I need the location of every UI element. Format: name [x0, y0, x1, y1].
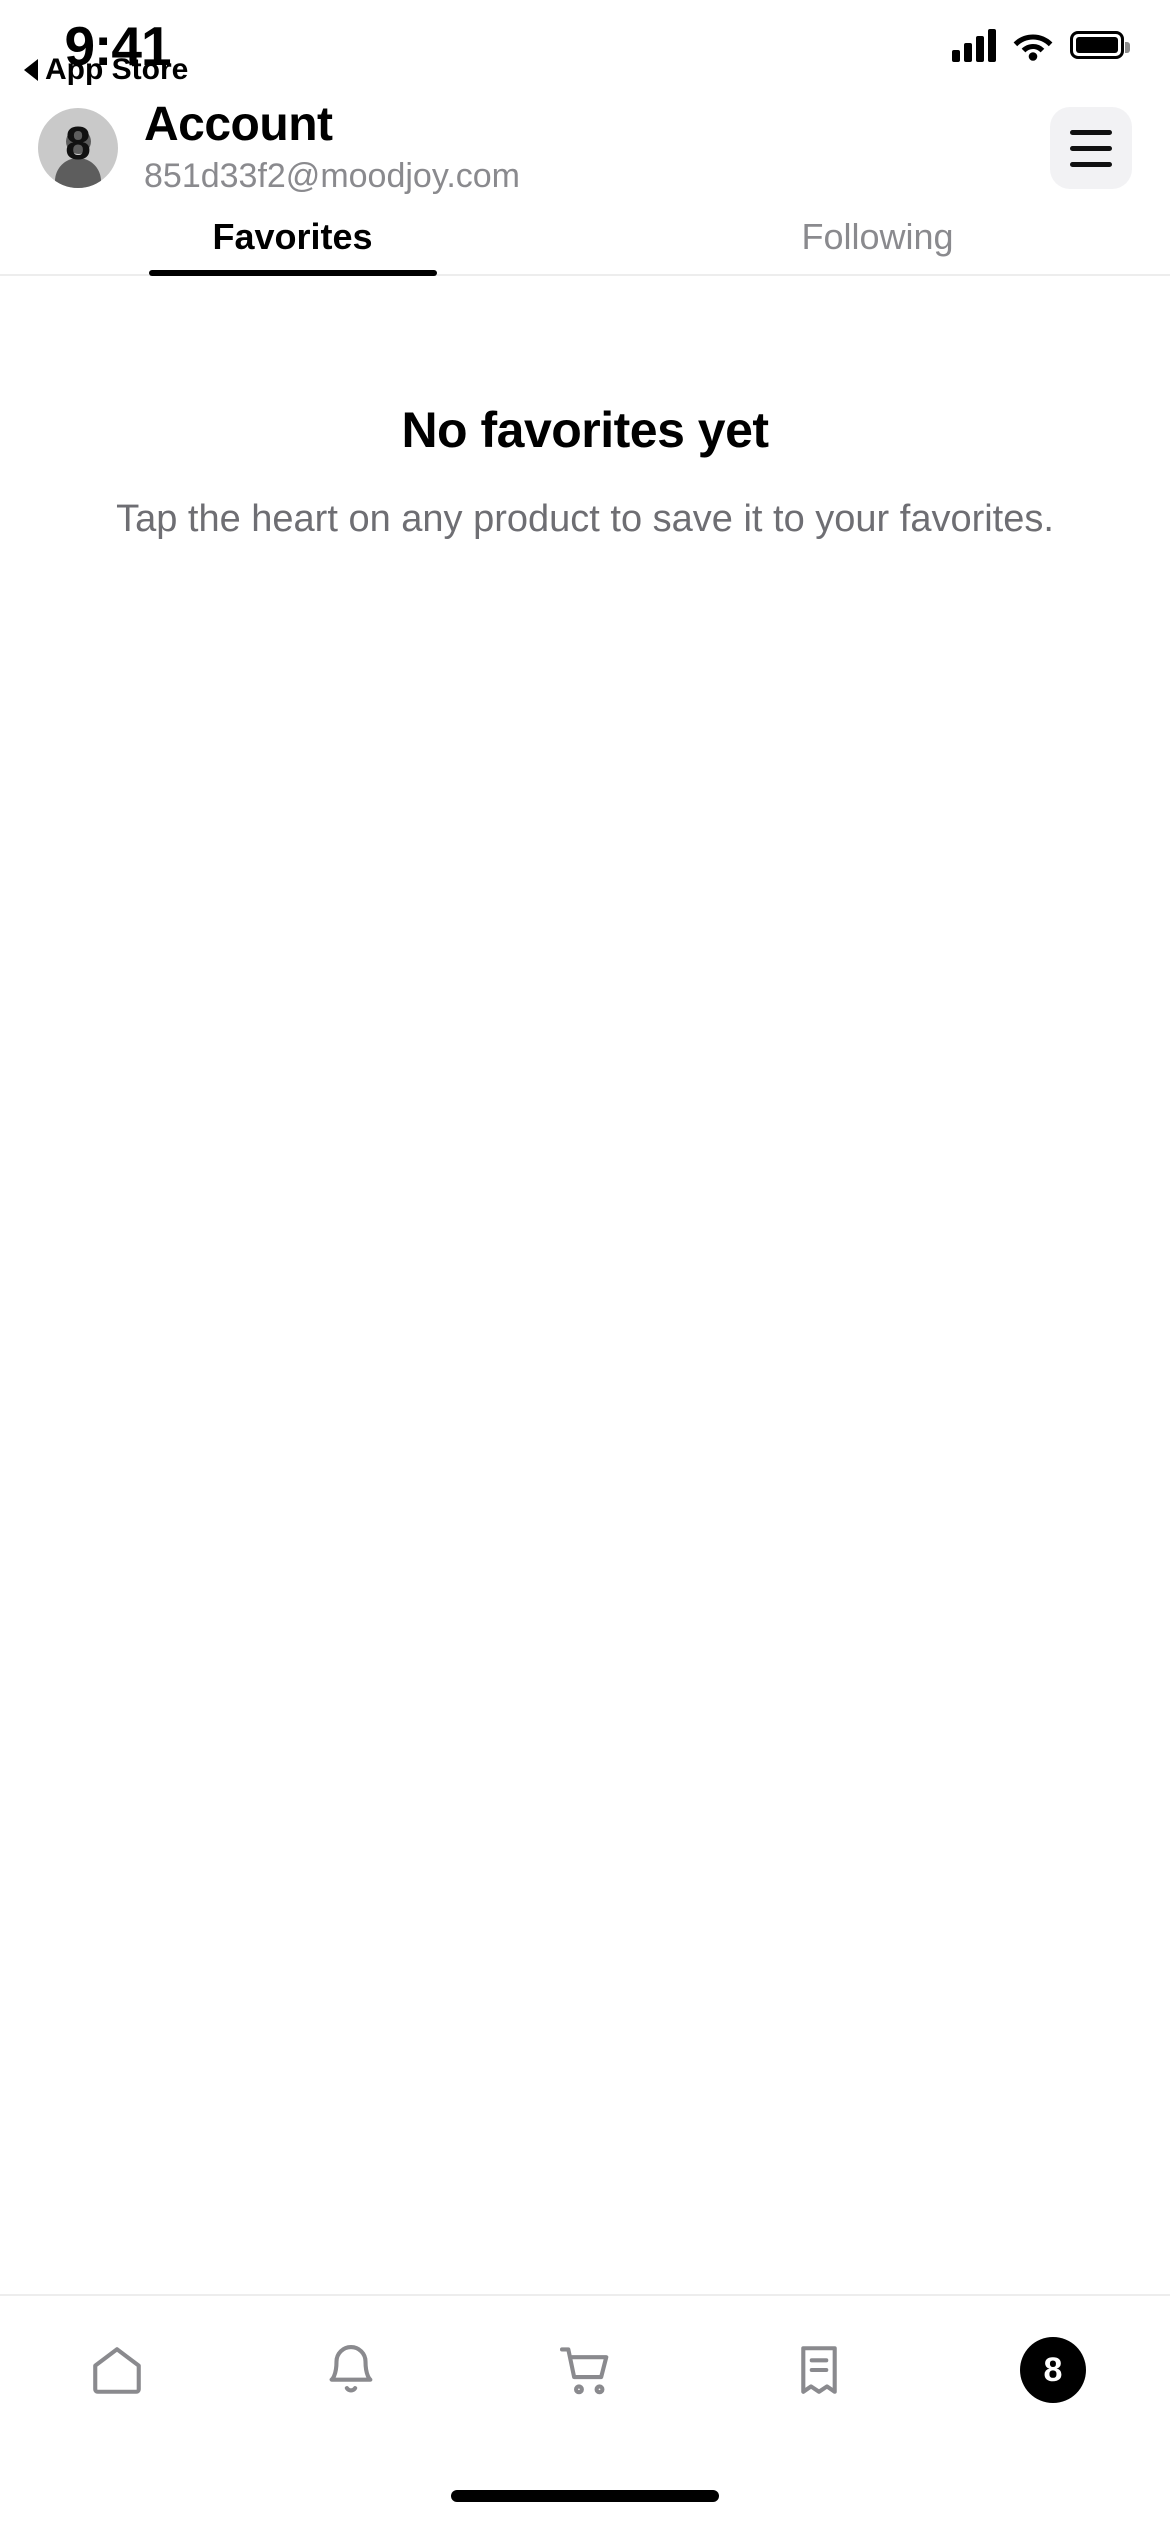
account-badge-count: 8: [1043, 2350, 1063, 2389]
account-email: 851d33f2@moodjoy.com: [144, 156, 520, 195]
empty-state: No favorites yet Tap the heart on any pr…: [0, 400, 1170, 545]
app-screen: 9:41 App Store 8 Account 851d33f2@moodjo…: [0, 0, 1170, 2532]
empty-state-title: No favorites yet: [401, 402, 769, 458]
shopping-cart-icon: [559, 2347, 609, 2395]
status-indicators: [952, 28, 1130, 62]
tab-bar-item-cart[interactable]: [468, 2296, 702, 2444]
menu-line: [1070, 145, 1112, 151]
tab-favorites[interactable]: Favorites: [0, 200, 585, 274]
back-caret-icon: [24, 59, 38, 81]
tab-bar-item-account[interactable]: 8: [936, 2296, 1170, 2444]
back-link-label: App Store: [45, 53, 189, 86]
hamburger-menu-button[interactable]: [1050, 107, 1132, 189]
home-indicator: [451, 2490, 719, 2502]
tab-bar-item-home[interactable]: [0, 2296, 234, 2444]
menu-line: [1070, 161, 1112, 167]
tab-following[interactable]: Following: [585, 200, 1170, 274]
menu-line: [1070, 129, 1112, 135]
empty-state-subtitle: Tap the heart on any product to save it …: [116, 498, 1054, 540]
tab-bar-item-notifications[interactable]: [234, 2296, 468, 2444]
bottom-tab-bar: 8: [0, 2294, 1170, 2444]
account-text-block: Account 851d33f2@moodjoy.com: [144, 97, 1050, 197]
back-to-app-store-link[interactable]: App Store: [24, 53, 188, 87]
home-icon: [93, 2347, 141, 2394]
avatar-initial: 8: [65, 117, 91, 169]
avatar[interactable]: 8: [38, 108, 118, 188]
page-title: Account: [144, 97, 333, 151]
segment-tabs: Favorites Following: [0, 200, 1170, 276]
signal-bars-icon: [952, 28, 996, 62]
wifi-icon: [1013, 34, 1053, 61]
receipt-icon: [801, 2346, 837, 2394]
tab-bar-item-orders[interactable]: [702, 2296, 936, 2444]
account-avatar-icon: 8: [1020, 2337, 1086, 2403]
battery-full-icon: [1070, 31, 1130, 59]
account-header: 8 Account 851d33f2@moodjoy.com: [0, 96, 1170, 200]
bell-icon: [329, 2345, 373, 2393]
